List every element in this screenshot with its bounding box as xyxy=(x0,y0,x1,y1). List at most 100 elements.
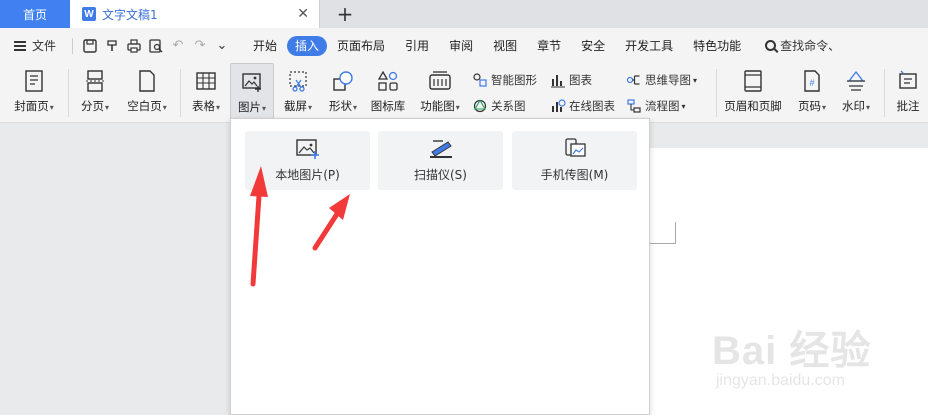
local-picture-option[interactable]: 本地图片(P) xyxy=(245,131,370,190)
cover-page-icon xyxy=(25,70,43,92)
tab-features[interactable]: 特色功能 xyxy=(683,36,751,56)
comment-label: 批注 xyxy=(896,99,920,113)
blank-page-button[interactable]: 空白页▾ xyxy=(118,63,176,123)
tab-home-ribbon[interactable]: 开始 xyxy=(243,36,287,56)
icon-library-label: 图标库 xyxy=(370,99,406,113)
comment-icon xyxy=(899,70,917,89)
tab-section[interactable]: 章节 xyxy=(527,36,571,56)
shapes-icon xyxy=(333,71,353,91)
watermark-button[interactable]: 水印▾ xyxy=(834,63,878,123)
comment-button[interactable]: 批注 xyxy=(888,63,928,123)
function-chart-icon xyxy=(429,71,451,90)
tab-view[interactable]: 视图 xyxy=(483,36,527,56)
page-break-button[interactable]: 分页▾ xyxy=(74,63,116,123)
document-title: 文字文稿1 xyxy=(102,7,158,22)
chart-button[interactable]: 图表 xyxy=(550,70,592,90)
picture-label: 图片 xyxy=(237,100,261,114)
phone-picture-option[interactable]: 手机传图(M) xyxy=(512,131,637,190)
page-number-icon: # xyxy=(804,70,820,92)
online-chart-button[interactable]: 在线图表 xyxy=(550,96,615,116)
blank-page-label: 空白页 xyxy=(127,99,162,113)
screenshot-label: 截屏 xyxy=(283,99,307,113)
relation-chart-label: 关系图 xyxy=(491,99,526,113)
smart-graphic-icon xyxy=(473,73,487,87)
online-chart-label: 在线图表 xyxy=(569,99,615,113)
smart-graphic-label: 智能图形 xyxy=(491,73,537,87)
page-margin-marker xyxy=(650,222,676,244)
header-footer-button[interactable]: 页眉和页脚 xyxy=(720,63,786,123)
close-tab-icon[interactable]: ✕ xyxy=(297,6,309,22)
print-preview-icon[interactable] xyxy=(145,38,167,53)
file-menu-button[interactable]: 文件 xyxy=(0,37,66,54)
table-icon xyxy=(196,72,216,90)
save-icon[interactable] xyxy=(79,38,101,53)
mind-map-icon xyxy=(626,75,640,85)
header-footer-label: 页眉和页脚 xyxy=(724,99,782,113)
relation-chart-icon xyxy=(473,99,487,113)
blank-page-icon xyxy=(139,70,155,92)
divider xyxy=(884,69,885,117)
tab-review[interactable]: 审阅 xyxy=(439,36,483,56)
tab-references[interactable]: 引用 xyxy=(395,36,439,56)
local-picture-icon xyxy=(295,139,319,159)
screenshot-button[interactable]: 截屏▾ xyxy=(276,63,320,123)
smart-graphic-button[interactable]: 智能图形 xyxy=(472,70,537,90)
page-break-label: 分页 xyxy=(80,99,104,113)
watermark-label: 水印 xyxy=(841,99,865,113)
ribbon-toolbar: 封面页▾ 分页▾ 空白页▾ 表格▾ 图片▾ 截屏▾ 形状▾ 图标库 功能图▾ 智… xyxy=(0,63,928,123)
page-break-icon xyxy=(86,70,104,92)
tab-insert[interactable]: 插入 xyxy=(287,35,328,56)
tab-bar: 首页 W 文字文稿1 ✕ + xyxy=(0,0,928,28)
online-chart-icon xyxy=(552,99,566,112)
mind-map-button[interactable]: 思维导图 ▾ xyxy=(626,70,697,90)
header-footer-icon xyxy=(744,70,762,92)
divider xyxy=(72,37,73,54)
watermark-sub-text: jingyan.baidu.com xyxy=(716,372,845,389)
shapes-label: 形状 xyxy=(328,99,352,113)
customize-toolbar-icon[interactable]: ⌄ xyxy=(211,38,233,53)
flowchart-icon xyxy=(627,99,641,113)
cover-page-button[interactable]: 封面页▾ xyxy=(6,63,62,123)
tab-developer[interactable]: 开发工具 xyxy=(615,36,683,56)
divider xyxy=(180,69,181,117)
scanner-option[interactable]: 扫描仪(S) xyxy=(378,131,503,190)
page-number-label: 页码 xyxy=(797,99,821,113)
cover-page-label: 封面页 xyxy=(14,99,49,113)
search-icon xyxy=(765,40,777,51)
search-label: 查找命令、 xyxy=(780,39,841,53)
chart-icon xyxy=(551,75,565,88)
hamburger-icon xyxy=(14,40,26,51)
picture-button[interactable]: 图片▾ xyxy=(230,63,274,123)
redo-icon[interactable]: ↷ xyxy=(189,38,211,53)
table-button[interactable]: 表格▾ xyxy=(184,63,228,123)
tab-document[interactable]: W 文字文稿1 ✕ xyxy=(70,0,320,28)
icon-library-button[interactable]: 图标库 xyxy=(366,63,410,123)
tab-home[interactable]: 首页 xyxy=(0,0,70,28)
relation-chart-button[interactable]: 关系图 xyxy=(472,96,526,116)
flowchart-button[interactable]: 流程图 ▾ xyxy=(626,96,686,116)
shapes-button[interactable]: 形状▾ xyxy=(320,63,366,123)
menu-bar: 文件 ↶ ↷ ⌄ 开始 插入 页面布局 引用 审阅 视图 章节 安全 开发工具 … xyxy=(0,28,928,63)
tab-page-layout[interactable]: 页面布局 xyxy=(327,36,395,56)
svg-text:#: # xyxy=(809,78,814,88)
table-label: 表格 xyxy=(191,99,215,113)
divider xyxy=(716,69,717,117)
phone-picture-icon xyxy=(564,138,586,157)
format-painter-icon[interactable] xyxy=(101,39,123,53)
phone-picture-label: 手机传图(M) xyxy=(540,168,609,182)
picture-dropdown-panel: 本地图片(P) 扫描仪(S) 手机传图(M) xyxy=(230,118,650,415)
function-chart-button[interactable]: 功能图▾ xyxy=(412,63,468,123)
print-icon[interactable] xyxy=(123,38,145,53)
undo-icon[interactable]: ↶ xyxy=(167,38,189,53)
tab-security[interactable]: 安全 xyxy=(571,36,615,56)
page-number-button[interactable]: # 页码▾ xyxy=(790,63,834,123)
watermark-icon xyxy=(847,70,865,91)
scanner-label: 扫描仪(S) xyxy=(414,168,467,182)
file-menu-label: 文件 xyxy=(32,39,57,53)
mind-map-label: 思维导图 xyxy=(645,73,691,87)
chart-label: 图表 xyxy=(569,73,592,87)
command-search[interactable]: 查找命令、 xyxy=(765,37,840,54)
new-tab-button[interactable]: + xyxy=(320,0,370,28)
icon-library-icon xyxy=(377,70,398,91)
local-picture-label: 本地图片(P) xyxy=(275,168,340,182)
